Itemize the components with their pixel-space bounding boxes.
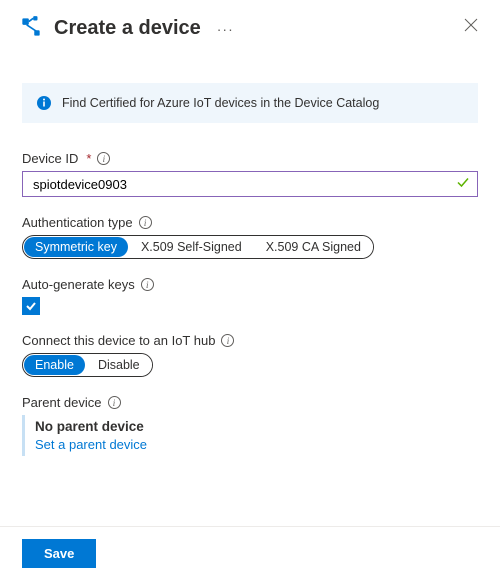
auth-type-toggle: Symmetric key X.509 Self-Signed X.509 CA… <box>22 235 374 259</box>
set-parent-device-link[interactable]: Set a parent device <box>35 437 478 452</box>
close-button[interactable] <box>464 18 478 35</box>
device-id-field: Device ID * i <box>22 151 478 197</box>
more-options-button[interactable]: ··· <box>217 21 234 37</box>
auth-option-x509-self-signed[interactable]: X.509 Self-Signed <box>129 236 254 258</box>
info-icon <box>36 95 52 111</box>
panel-title: Create a device <box>54 17 201 40</box>
auto-generate-keys-help-icon[interactable]: i <box>141 278 154 291</box>
auth-option-symmetric-key[interactable]: Symmetric key <box>24 237 128 257</box>
parent-device-help-icon[interactable]: i <box>108 396 121 409</box>
device-id-help-icon[interactable]: i <box>97 152 110 165</box>
connect-hub-enable[interactable]: Enable <box>24 355 85 375</box>
parent-device-label: Parent device <box>22 395 102 410</box>
iot-device-icon <box>18 14 44 43</box>
required-indicator: * <box>86 151 91 166</box>
auth-option-x509-ca-signed[interactable]: X.509 CA Signed <box>254 236 373 258</box>
device-catalog-info-bar: Find Certified for Azure IoT devices in … <box>22 83 478 123</box>
connect-hub-help-icon[interactable]: i <box>221 334 234 347</box>
parent-device-box: No parent device Set a parent device <box>22 415 478 456</box>
connect-hub-disable[interactable]: Disable <box>86 354 152 376</box>
info-bar-text: Find Certified for Azure IoT devices in … <box>62 96 379 110</box>
panel-header: Create a device ··· <box>0 0 500 53</box>
auth-type-help-icon[interactable]: i <box>139 216 152 229</box>
device-id-input[interactable] <box>22 171 478 197</box>
parent-device-none-text: No parent device <box>35 419 478 434</box>
auth-type-field: Authentication type i Symmetric key X.50… <box>22 215 478 259</box>
auth-type-label: Authentication type <box>22 215 133 230</box>
connect-hub-label: Connect this device to an IoT hub <box>22 333 215 348</box>
validation-check-icon <box>456 176 470 193</box>
panel-footer: Save <box>0 526 500 580</box>
device-id-label: Device ID <box>22 151 78 166</box>
auto-generate-keys-checkbox[interactable] <box>22 297 40 315</box>
connect-hub-field: Connect this device to an IoT hub i Enab… <box>22 333 478 377</box>
connect-hub-toggle: Enable Disable <box>22 353 153 377</box>
save-button[interactable]: Save <box>22 539 96 568</box>
parent-device-field: Parent device i No parent device Set a p… <box>22 395 478 456</box>
auto-generate-keys-field: Auto-generate keys i <box>22 277 478 315</box>
auto-generate-keys-label: Auto-generate keys <box>22 277 135 292</box>
